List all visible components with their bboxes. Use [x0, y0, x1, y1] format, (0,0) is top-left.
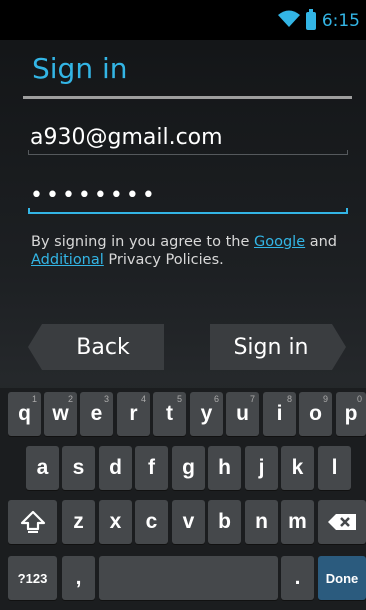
key-z[interactable]: z [62, 500, 95, 544]
key-hint: 0 [356, 394, 362, 404]
shift-icon [20, 509, 46, 535]
policy-prefix: By signing in you agree to the [31, 234, 254, 250]
email-field[interactable] [28, 118, 352, 156]
page-title: Sign in [32, 52, 128, 85]
key-y[interactable]: y6 [190, 392, 223, 436]
done-key[interactable]: Done [318, 556, 366, 600]
additional-link[interactable]: Additional [31, 252, 104, 268]
key-hint: 1 [31, 394, 37, 404]
password-field[interactable] [28, 176, 352, 214]
email-underline [28, 150, 348, 155]
key-label: q [18, 402, 31, 425]
wifi-icon [277, 10, 300, 32]
symbols-key[interactable]: ?123 [8, 556, 57, 600]
key-label: y [200, 402, 213, 425]
key-u[interactable]: u7 [226, 392, 259, 436]
battery-icon [305, 9, 316, 30]
key-i[interactable]: i8 [263, 392, 296, 436]
title-divider [23, 96, 352, 99]
key-hint: 2 [67, 394, 73, 404]
key-a[interactable]: a [26, 446, 59, 490]
key-hint: 5 [176, 394, 182, 404]
google-link[interactable]: Google [254, 234, 305, 250]
keyboard: q1 w2 e3 r4 t5 y6 u7 i8 o9 p0 a s d f g … [0, 388, 366, 610]
key-w[interactable]: w2 [44, 392, 77, 436]
period-key[interactable]: . [281, 556, 314, 600]
key-x[interactable]: x [99, 500, 132, 544]
key-label: i [276, 402, 283, 425]
key-label: e [90, 402, 103, 425]
key-f[interactable]: f [135, 446, 168, 490]
key-o[interactable]: o9 [299, 392, 332, 436]
status-bar: 6:15 [0, 0, 366, 40]
key-d[interactable]: d [99, 446, 132, 490]
key-j[interactable]: j [245, 446, 278, 490]
sign-in-button[interactable]: Sign in [210, 324, 346, 370]
key-label: u [236, 402, 249, 425]
key-hint: 4 [140, 394, 146, 404]
key-e[interactable]: e3 [80, 392, 113, 436]
key-label: r [129, 402, 138, 425]
key-hint: 3 [103, 394, 109, 404]
key-label: o [309, 402, 322, 425]
key-h[interactable]: h [208, 446, 241, 490]
key-label: w [52, 402, 69, 425]
key-m[interactable]: m [281, 500, 314, 544]
key-b[interactable]: b [208, 500, 241, 544]
screen: 6:15 Sign in By signing in you agree to … [0, 0, 366, 610]
backspace-icon [327, 513, 357, 531]
key-v[interactable]: v [172, 500, 205, 544]
key-t[interactable]: t5 [153, 392, 186, 436]
shift-key[interactable] [8, 500, 57, 544]
key-hint: 7 [249, 394, 255, 404]
key-n[interactable]: n [245, 500, 278, 544]
password-underline [28, 208, 348, 214]
policy-suffix: Privacy Policies. [103, 252, 224, 268]
key-l[interactable]: l [318, 446, 351, 490]
key-hint: 9 [322, 394, 328, 404]
key-g[interactable]: g [172, 446, 205, 490]
key-label: t [166, 402, 173, 425]
policy-middle: and [305, 234, 338, 250]
key-s[interactable]: s [62, 446, 95, 490]
space-key[interactable] [99, 556, 278, 600]
status-time: 6:15 [321, 11, 360, 31]
key-q[interactable]: q1 [8, 392, 41, 436]
key-label: p [344, 402, 358, 425]
comma-key[interactable]: , [62, 556, 95, 600]
key-c[interactable]: c [135, 500, 168, 544]
key-k[interactable]: k [281, 446, 314, 490]
status-icons: 6:15 [277, 9, 360, 32]
key-hint: 8 [286, 394, 292, 404]
key-hint: 6 [213, 394, 219, 404]
back-button[interactable]: Back [28, 324, 164, 370]
delete-key[interactable] [318, 500, 366, 544]
key-p[interactable]: p0 [336, 392, 366, 436]
policy-text: By signing in you agree to the Google an… [31, 233, 346, 269]
key-r[interactable]: r4 [117, 392, 150, 436]
